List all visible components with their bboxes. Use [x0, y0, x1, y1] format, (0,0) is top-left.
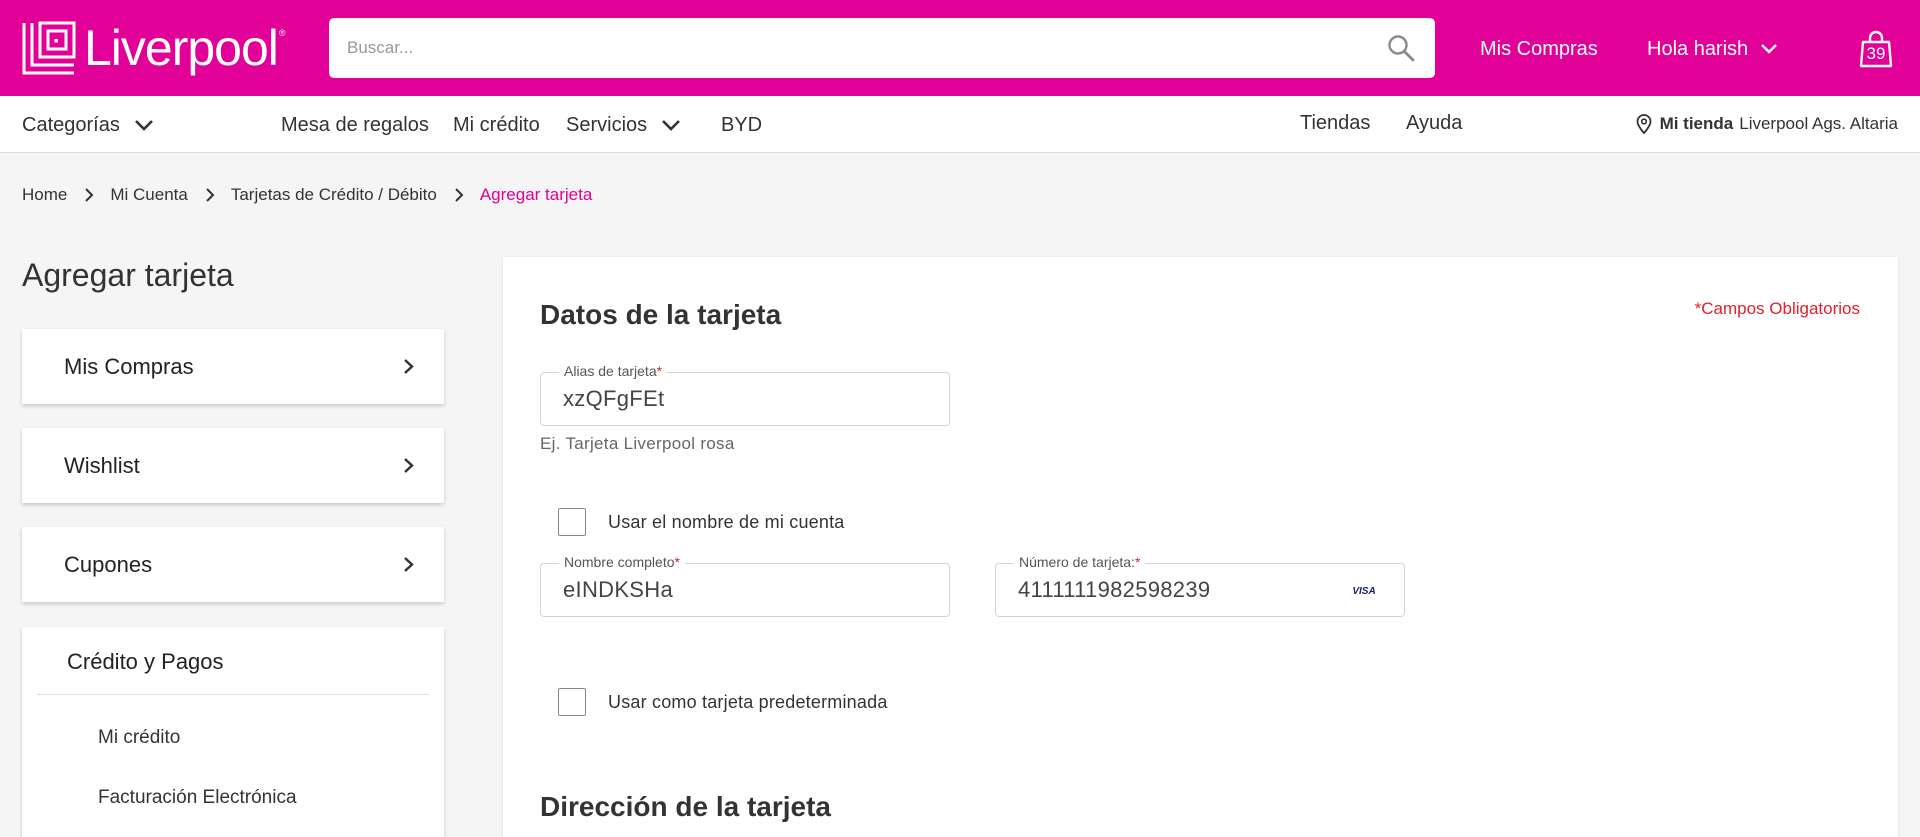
search-bar [329, 18, 1435, 78]
chevron-right-icon [85, 188, 94, 202]
sidebar-group-title[interactable]: Crédito y Pagos [67, 649, 224, 675]
nav-my-credit[interactable]: Mi crédito [453, 113, 540, 137]
card-number-input[interactable] [1018, 564, 1318, 616]
card-brand-text: VISA [1352, 586, 1375, 597]
card-number-field: Número de tarjeta:* VISA [995, 554, 1405, 617]
registered-mark-icon: ® [278, 28, 286, 38]
nav-gift-registry[interactable]: Mesa de regalos [281, 113, 429, 137]
breadcrumb-cards[interactable]: Tarjetas de Crédito / Débito [231, 185, 437, 205]
sidebar-group-credit-payments: Crédito y Pagos Mi crédito Facturación E… [22, 627, 444, 837]
chevron-right-icon [455, 188, 464, 202]
visa-icon: VISA [1352, 586, 1375, 597]
divider [37, 694, 429, 695]
shopping-bag[interactable]: 39 [1859, 30, 1893, 68]
chevron-right-icon [404, 458, 414, 473]
default-card-label: Usar como tarjeta predeterminada [608, 691, 888, 712]
search-input[interactable] [347, 18, 1347, 78]
sidebar-item-wishlist[interactable]: Wishlist [22, 428, 444, 503]
default-card-checkbox[interactable]: Usar como tarjeta predeterminada [558, 688, 888, 716]
required-fields-note: *Campos Obligatorios [1694, 299, 1860, 318]
full-name-input[interactable] [563, 564, 863, 616]
sidebar-subitem-e-invoicing[interactable]: Facturación Electrónica [98, 787, 297, 809]
use-account-name-label: Usar el nombre de mi cuenta [608, 511, 845, 532]
sidebar-item-label: Cupones [64, 552, 153, 577]
breadcrumb-current: Agregar tarjeta [479, 185, 593, 204]
card-data-title: Datos de la tarjeta [540, 299, 782, 330]
secondary-nav: Categorías Mesa de regalos Mi crédito Se… [0, 96, 1920, 153]
nav-byd[interactable]: BYD [721, 113, 762, 137]
sidebar-item-label: Wishlist [64, 453, 140, 478]
nav-help[interactable]: Ayuda [1406, 111, 1462, 135]
bag-count-badge: 39 [1866, 44, 1886, 63]
add-card-form: Datos de la tarjeta *Campos Obligatorios… [503, 257, 1898, 837]
search-icon[interactable] [1387, 34, 1415, 62]
card-alias-hint: Ej. Tarjeta Liverpool rosa [540, 434, 735, 453]
breadcrumb-home[interactable]: Home [22, 185, 67, 205]
chevron-down-icon [662, 119, 681, 131]
sidebar-item-my-purchases[interactable]: Mis Compras [22, 329, 444, 404]
breadcrumb-my-account[interactable]: Mi Cuenta [110, 185, 187, 205]
chevron-right-icon [404, 359, 414, 374]
my-store-selector[interactable]: Mi tienda Liverpool Ags. Altaria [1636, 114, 1898, 134]
logo-text: Liverpool [84, 20, 279, 76]
greeting-text: Hola harish [1647, 38, 1749, 60]
checkbox[interactable] [558, 508, 586, 536]
services-label: Servicios [566, 114, 648, 136]
account-menu[interactable]: Hola harish [1647, 37, 1778, 61]
chevron-down-icon [1761, 44, 1778, 54]
categories-label: Categorías [22, 114, 120, 136]
top-header: Liverpool ® Mis Compras Hola harish 39 [0, 0, 1920, 96]
checkbox[interactable] [558, 688, 586, 716]
use-account-name-checkbox[interactable]: Usar el nombre de mi cuenta [558, 508, 845, 536]
my-purchases-link[interactable]: Mis Compras [1480, 37, 1598, 61]
card-address-title: Dirección de la tarjeta [540, 791, 832, 822]
sidebar-item-label: Mis Compras [64, 354, 194, 379]
location-pin-icon [1636, 114, 1651, 134]
chevron-right-icon [404, 557, 414, 572]
card-alias-input[interactable] [563, 373, 863, 425]
card-alias-field: Alias de tarjeta* [540, 363, 950, 426]
breadcrumb: Home Mi Cuenta Tarjetas de Crédito / Déb… [22, 185, 592, 205]
liverpool-logo-icon [22, 21, 76, 75]
full-name-field: Nombre completo* [540, 554, 950, 617]
liverpool-logo[interactable]: Liverpool ® [22, 18, 286, 78]
chevron-right-icon [206, 188, 215, 202]
sidebar-item-coupons[interactable]: Cupones [22, 527, 444, 602]
sidebar-subitem-my-credit[interactable]: Mi crédito [98, 727, 180, 749]
services-menu[interactable]: Servicios [566, 113, 681, 137]
page-title: Agregar tarjeta [22, 257, 234, 293]
nav-stores[interactable]: Tiendas [1300, 111, 1370, 135]
chevron-down-icon [134, 119, 153, 131]
store-name: Liverpool Ags. Altaria [1739, 114, 1898, 133]
categories-menu[interactable]: Categorías [22, 113, 154, 137]
my-store-label: Mi tienda [1659, 114, 1734, 133]
